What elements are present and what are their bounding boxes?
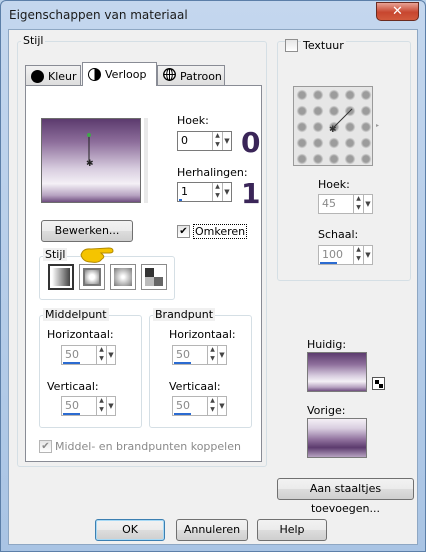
texture-checkbox[interactable] <box>285 39 298 52</box>
texture-scale-dropdown-icon[interactable]: ▼ <box>363 246 372 264</box>
center-horizontal-label: Horizontaal: <box>47 328 114 341</box>
angle-spinner[interactable]: 0 ▲ ▼ ▼ <box>177 131 232 151</box>
focal-horizontal-spinner[interactable]: 50 ▲ ▼ ▼ <box>172 345 227 365</box>
texture-angle-arrows[interactable]: ▲ ▼ <box>353 195 363 213</box>
center-horizontal-arrows[interactable]: ▲ ▼ <box>96 346 106 364</box>
focal-horizontal-level-bar <box>174 362 191 364</box>
invert-label[interactable]: Omkeren <box>193 224 248 239</box>
texture-angle-value[interactable]: 45 <box>319 195 353 213</box>
radial-gradient-icon <box>114 268 132 286</box>
swap-materials-icon[interactable] <box>372 377 385 390</box>
center-vertical-label: Verticaal: <box>47 380 99 393</box>
focal-vertical-arrows[interactable]: ▲ ▼ <box>207 397 217 415</box>
texture-angle-spinner[interactable]: 45 ▲ ▼ ▼ <box>318 194 373 214</box>
angle-dropdown-icon[interactable]: ▼ <box>222 132 231 150</box>
center-point-label: Middelpunt <box>43 308 109 321</box>
black-circle-icon <box>31 69 44 83</box>
invert-checkbox[interactable]: ✔ <box>177 225 190 238</box>
gradient-preview[interactable]: ✱ <box>41 118 141 203</box>
edit-button[interactable]: Bewerken... <box>41 220 133 242</box>
style-group-label: Stijl <box>21 34 46 47</box>
focal-vertical-level-bar <box>174 413 191 415</box>
center-horizontal-dropdown-icon[interactable]: ▼ <box>106 346 115 364</box>
center-horizontal-spinner[interactable]: 50 ▲ ▼ ▼ <box>61 345 116 365</box>
add-to-swatches-button[interactable]: Aan staaltjes toevoegen... <box>277 478 414 515</box>
current-material-swatch[interactable] <box>307 352 367 392</box>
tab-patroon-label: Patroon <box>180 69 222 83</box>
repeats-level-bar <box>179 199 182 201</box>
tab-verloop-label: Verloop <box>105 68 147 81</box>
link-points-label: Middel- en brandpunten koppelen <box>55 440 241 453</box>
focal-horizontal-label: Horizontaal: <box>169 328 236 341</box>
center-horizontal-level-bar <box>63 362 80 364</box>
help-button[interactable]: Help <box>257 519 327 541</box>
repeats-value[interactable]: 1 <box>178 183 212 201</box>
repeats-label: Herhalingen: <box>177 166 248 179</box>
focal-vertical-label: Verticaal: <box>169 380 221 393</box>
title-bar[interactable]: Eigenschappen van materiaal ✕ <box>1 1 425 29</box>
focal-point-label: Brandpunt <box>153 308 216 321</box>
texture-angle-dropdown-icon[interactable]: ▼ <box>363 195 372 213</box>
current-label: Huidig: <box>307 338 347 351</box>
angle-value[interactable]: 0 <box>178 132 212 150</box>
texture-preview[interactable]: ✱ <box>293 86 373 166</box>
texture-preview-arrow-icon: ▸ <box>376 122 380 129</box>
tab-kleur[interactable]: Kleur <box>25 65 81 86</box>
center-vertical-level-bar <box>63 413 80 415</box>
center-vertical-dropdown-icon[interactable]: ▼ <box>106 397 115 415</box>
gradient-style-label: Stijl <box>43 248 68 261</box>
ok-button[interactable]: OK <box>95 519 165 541</box>
texture-angle-handle-icon: ✱ <box>329 108 353 135</box>
rectangular-gradient-icon <box>83 268 101 286</box>
tab-verloop[interactable]: Verloop <box>82 62 157 86</box>
texture-angle-label: Hoek: <box>318 178 350 191</box>
linear-gradient-icon <box>52 268 70 286</box>
focal-horizontal-arrows[interactable]: ▲ ▼ <box>207 346 217 364</box>
style-sunburst-button[interactable] <box>141 264 167 290</box>
focal-vertical-dropdown-icon[interactable]: ▼ <box>217 397 226 415</box>
previous-material-swatch[interactable] <box>307 418 367 458</box>
texture-scale-arrows[interactable]: ▲ ▼ <box>353 246 363 264</box>
svg-text:✱: ✱ <box>329 125 337 135</box>
svg-text:✱: ✱ <box>86 159 94 169</box>
window-title: Eigenschappen van materiaal <box>9 8 188 22</box>
repeats-spin-arrows[interactable]: ▲ ▼ <box>212 183 222 201</box>
tab-kleur-label: Kleur <box>48 69 77 83</box>
center-vertical-spinner[interactable]: 50 ▲ ▼ ▼ <box>61 396 116 416</box>
link-points-checkbox[interactable]: ✔ <box>39 440 52 453</box>
repeats-spinner[interactable]: 1 ▲ ▼ ▼ <box>177 182 232 202</box>
style-linear-button[interactable] <box>48 264 74 290</box>
texture-label[interactable]: Textuur <box>301 39 346 52</box>
dialog-window: Eigenschappen van materiaal ✕ Stijl Kleu… <box>0 0 426 552</box>
style-radial-button[interactable] <box>110 264 136 290</box>
gradient-direction-handle-icon: ✱ <box>86 133 94 169</box>
close-button[interactable]: ✕ <box>376 2 419 21</box>
texture-scale-level-bar <box>320 262 337 264</box>
style-rectangular-button[interactable] <box>79 264 105 290</box>
dialog-client-area: Stijl Kleur Verloop Patroon ✱ Hoek: 0 ▲ … <box>8 29 418 545</box>
angle-spin-arrows[interactable]: ▲ ▼ <box>212 132 222 150</box>
texture-scale-label: Schaal: <box>318 228 359 241</box>
previous-label: Vorige: <box>307 404 346 417</box>
texture-scale-spinner[interactable]: 100 ▲ ▼ ▼ <box>318 245 373 265</box>
center-vertical-arrows[interactable]: ▲ ▼ <box>96 397 106 415</box>
globe-grid-icon <box>163 68 176 84</box>
repeats-annotation-number: 1 <box>241 177 261 210</box>
focal-horizontal-dropdown-icon[interactable]: ▼ <box>217 346 226 364</box>
angle-annotation-number: 0 <box>241 126 261 159</box>
sunburst-gradient-icon <box>145 268 163 286</box>
angle-label: Hoek: <box>177 114 209 127</box>
cancel-button[interactable]: Annuleren <box>176 519 248 541</box>
tab-patroon[interactable]: Patroon <box>157 65 225 86</box>
focal-vertical-spinner[interactable]: 50 ▲ ▼ ▼ <box>172 396 227 416</box>
preview-scroll-edge <box>144 118 148 203</box>
half-circle-icon <box>88 68 101 81</box>
repeats-dropdown-icon[interactable]: ▼ <box>222 183 231 201</box>
